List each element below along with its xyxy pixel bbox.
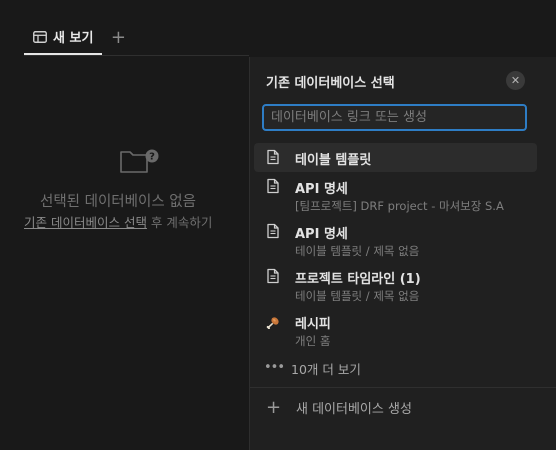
select-database-panel: 기존 데이터베이스 선택 ✕ 테이블 템플릿 API 명세 [팀프로젝트] DR…	[249, 57, 556, 450]
plus-icon: +	[110, 27, 126, 48]
more-dots-icon: •••	[264, 360, 285, 375]
list-item-database[interactable]: API 명세 테이블 템플릿 / 제목 없음	[254, 217, 537, 262]
view-tabbar: 새 보기 +	[24, 20, 130, 55]
create-database-label: 새 데이터베이스 생성	[296, 402, 412, 417]
panel-title: 기존 데이터베이스 선택	[266, 76, 395, 91]
list-item-subtitle: 테이블 템플릿 / 제목 없음	[295, 244, 420, 258]
list-item-database[interactable]: 레시피 개인 홈	[254, 307, 537, 352]
drumstick-icon	[266, 317, 279, 329]
list-item-database[interactable]: 프로젝트 타임라인 (1) 테이블 템플릿 / 제목 없음	[254, 262, 537, 307]
show-more-button[interactable]: ••• 10개 더 보기	[254, 352, 537, 382]
list-item-database[interactable]: API 명세 [팀프로젝트] DRF project - 마셔보장 S.A	[254, 172, 537, 217]
database-list: 테이블 템플릿 API 명세 [팀프로젝트] DRF project - 마셔보…	[254, 143, 537, 382]
folder-question-icon: ?	[120, 149, 159, 173]
svg-text:?: ?	[149, 152, 155, 163]
page-icon	[267, 178, 279, 194]
empty-subtitle-rest: 후 계속하기	[146, 215, 213, 230]
page-icon	[267, 268, 279, 284]
empty-subtitle: 기존 데이터베이스 선택 후 계속하기	[24, 212, 212, 231]
close-button[interactable]: ✕	[506, 71, 525, 90]
list-item-subtitle: 개인 홈	[295, 334, 331, 348]
list-item-title: 레시피	[295, 317, 331, 332]
list-item-database[interactable]: 테이블 템플릿	[254, 143, 537, 172]
page-icon	[267, 223, 279, 239]
select-existing-db-link[interactable]: 기존 데이터베이스 선택	[24, 215, 147, 230]
tab-new-view[interactable]: 새 보기	[24, 20, 103, 55]
list-item-subtitle: 테이블 템플릿 / 제목 없음	[295, 289, 420, 303]
list-item-title: API 명세	[295, 227, 348, 242]
add-view-button[interactable]: +	[106, 26, 130, 50]
show-more-label: 10개 더 보기	[291, 362, 361, 377]
plus-icon: +	[266, 397, 282, 418]
tabbar-divider	[24, 55, 249, 56]
list-item-title: API 명세	[295, 182, 348, 197]
database-search-input[interactable]	[262, 104, 527, 131]
create-database-button[interactable]: + 새 데이터베이스 생성	[266, 397, 412, 418]
panel-divider	[250, 387, 556, 388]
table-icon	[33, 30, 47, 43]
list-item-subtitle: [팀프로젝트] DRF project - 마셔보장 S.A	[295, 199, 504, 213]
empty-title: 선택된 데이터베이스 없음	[40, 194, 196, 210]
close-icon: ✕	[510, 74, 521, 87]
list-item-title: 프로젝트 타임라인 (1)	[295, 272, 421, 287]
list-item-title: 테이블 템플릿	[295, 153, 372, 168]
page-icon	[267, 149, 279, 165]
tab-label: 새 보기	[53, 31, 94, 46]
